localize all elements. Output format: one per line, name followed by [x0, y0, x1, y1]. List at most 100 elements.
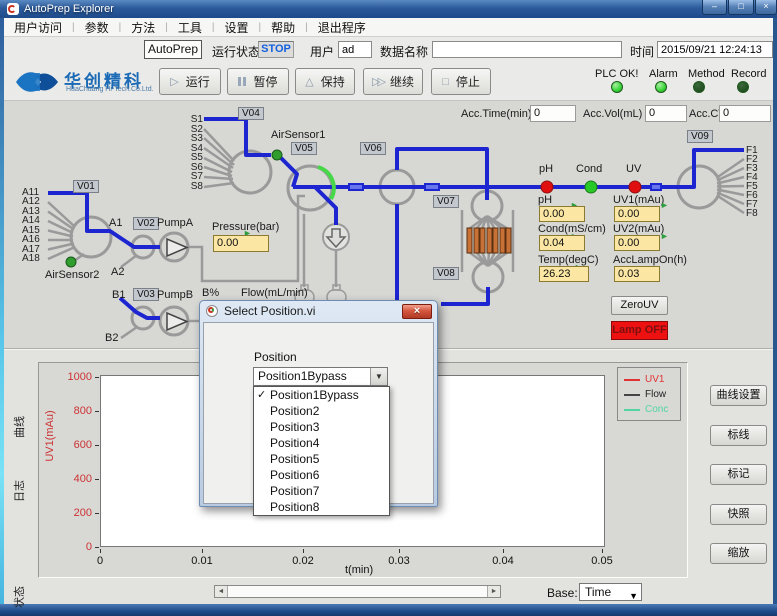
titlebar: AutoPrep Explorer	[0, 0, 777, 18]
dataname-input[interactable]	[432, 41, 622, 58]
zero-uv-button[interactable]: ZeroUV	[611, 296, 668, 315]
y-tickmark	[95, 513, 99, 514]
zoom-button[interactable]: 缩放	[710, 543, 767, 564]
pump-b-label: PumpB	[157, 289, 193, 301]
acclamp-readout-label: AccLampOn(h)	[613, 254, 687, 266]
stop-button[interactable]: □ 停止	[431, 68, 491, 95]
valve-v05[interactable]: V05	[291, 142, 317, 155]
base-dropdown[interactable]: Time ▼	[579, 583, 642, 601]
option-label: Position8	[270, 500, 319, 514]
uv2-readout-value: 0.00	[614, 235, 660, 251]
menu-item-parameters[interactable]: 参数	[75, 19, 119, 36]
option-position4[interactable]: Position4	[254, 435, 389, 451]
menu-item-settings[interactable]: 设置	[215, 19, 259, 36]
window-title: AutoPrep Explorer	[24, 3, 114, 15]
snapshot-button[interactable]: 快照	[710, 504, 767, 525]
menu-item-exit[interactable]: 退出程序	[308, 19, 376, 36]
hold-button[interactable]: △ 保持	[295, 68, 355, 95]
menu-item-help[interactable]: 帮助	[261, 19, 305, 36]
option-label: Position7	[270, 484, 319, 498]
port-a1-label: A1	[109, 217, 122, 229]
legend-flow[interactable]: Flow	[624, 387, 680, 402]
menu-item-tools[interactable]: 工具	[168, 19, 212, 36]
scroll-left-icon[interactable]: ◄	[215, 586, 228, 597]
alarm-indicator-label: Alarm	[649, 68, 678, 80]
temp-readout-value: 26.23	[539, 266, 589, 282]
port-a2-label: A2	[111, 266, 124, 278]
port-f8: F8	[746, 208, 758, 219]
option-position3[interactable]: Position3	[254, 419, 389, 435]
dialog-close-button[interactable]: ×	[402, 304, 432, 319]
valve-v06[interactable]: V06	[360, 142, 386, 155]
option-position2[interactable]: Position2	[254, 403, 389, 419]
minimize-button[interactable]: –	[702, 0, 727, 15]
chart-legend: UV1 Flow Conc	[617, 367, 681, 421]
valve-v02[interactable]: V02	[133, 217, 159, 230]
stop-button-label: 停止	[456, 73, 480, 90]
user-input[interactable]	[338, 41, 372, 58]
x-tick-001: 0.01	[185, 555, 219, 567]
option-position7[interactable]: Position7	[254, 483, 389, 499]
option-position5[interactable]: Position5	[254, 451, 389, 467]
resume-button[interactable]: ▷▷ 继续	[363, 68, 423, 95]
valve-v04[interactable]: V04	[238, 107, 264, 120]
side-tab-curve[interactable]: 曲线	[11, 402, 27, 452]
legend-conc-label: Conc	[645, 404, 668, 415]
valve-v07[interactable]: V07	[433, 195, 459, 208]
valve-v09[interactable]: V09	[687, 130, 713, 143]
y-tickmark	[95, 547, 99, 548]
menu-item-user-access[interactable]: 用户访问	[4, 19, 72, 36]
acc-time-value: 0	[530, 105, 576, 122]
position-dropdown[interactable]: Position1Bypass ▼	[253, 367, 388, 386]
plc-indicator-label: PLC OK!	[595, 68, 638, 80]
side-tab-log[interactable]: 日志	[11, 466, 27, 516]
uv2-arrow-icon: ►	[660, 232, 669, 241]
side-tab-status[interactable]: 状态	[11, 572, 27, 616]
air-sensor1-label: AirSensor1	[271, 129, 325, 141]
resume-button-label: 继续	[390, 73, 414, 90]
temp-readout-label: Temp(degC)	[538, 254, 599, 266]
legend-uv1-label: UV1	[645, 374, 664, 385]
air-sensor2-led	[66, 257, 76, 267]
x-tick-005: 0.05	[585, 555, 619, 567]
option-position6[interactable]: Position6	[254, 467, 389, 483]
legend-uv1[interactable]: UV1	[624, 372, 680, 387]
column-bars	[467, 228, 511, 253]
x-tickmark	[202, 549, 203, 553]
chart-horizontal-scrollbar[interactable]: ◄ ►	[214, 585, 501, 598]
lamp-off-button[interactable]: Lamp OFF	[611, 321, 668, 340]
mark-button[interactable]: 标记	[710, 464, 767, 485]
y-axis-title: UV1(mAu)	[44, 392, 56, 480]
valve-v01[interactable]: V01	[73, 180, 99, 193]
x-tick-003: 0.03	[382, 555, 416, 567]
uv1-arrow-icon: ►	[660, 201, 669, 210]
select-position-dialog: Select Position.vi × Position Position1B…	[199, 300, 438, 507]
curve-settings-button[interactable]: 曲线设置	[710, 385, 767, 406]
valve-v08[interactable]: V08	[433, 267, 459, 280]
status-toolbar: AutoPrep 运行状态 STOP 用户 数据名称 时间	[4, 37, 773, 64]
pause-button[interactable]: 暂停	[227, 68, 289, 95]
option-position1bypass[interactable]: ✓ Position1Bypass	[254, 387, 389, 403]
position-field-label: Position	[254, 350, 297, 364]
brand-logo-icon	[12, 65, 62, 99]
menu-item-method[interactable]: 方法	[121, 19, 165, 36]
maximize-button[interactable]: □	[728, 0, 754, 15]
ph-readout-label: pH	[538, 194, 552, 206]
marker-line-button[interactable]: 标线	[710, 425, 767, 446]
valve-v03[interactable]: V03	[133, 288, 159, 301]
option-label: Position3	[270, 420, 319, 434]
ph-sensor-dot	[541, 181, 553, 193]
legend-flow-label: Flow	[645, 389, 666, 400]
x-tick-0: 0	[83, 555, 117, 567]
port-b1-label: B1	[112, 289, 125, 301]
brand-subtitle: HuaChuang Hi-Tech.Co.Ltd.	[66, 86, 154, 93]
run-button[interactable]: ▷ 运行	[159, 68, 221, 95]
close-button[interactable]: ×	[755, 0, 777, 15]
uv1-readout-label: UV1(mAu)	[613, 194, 664, 206]
scroll-right-icon[interactable]: ►	[487, 586, 500, 597]
legend-conc-line	[624, 409, 640, 411]
x-tickmark	[303, 549, 304, 553]
legend-conc[interactable]: Conc	[624, 402, 680, 417]
option-position8[interactable]: Position8	[254, 499, 389, 515]
record-indicator-label: Record	[731, 68, 766, 80]
